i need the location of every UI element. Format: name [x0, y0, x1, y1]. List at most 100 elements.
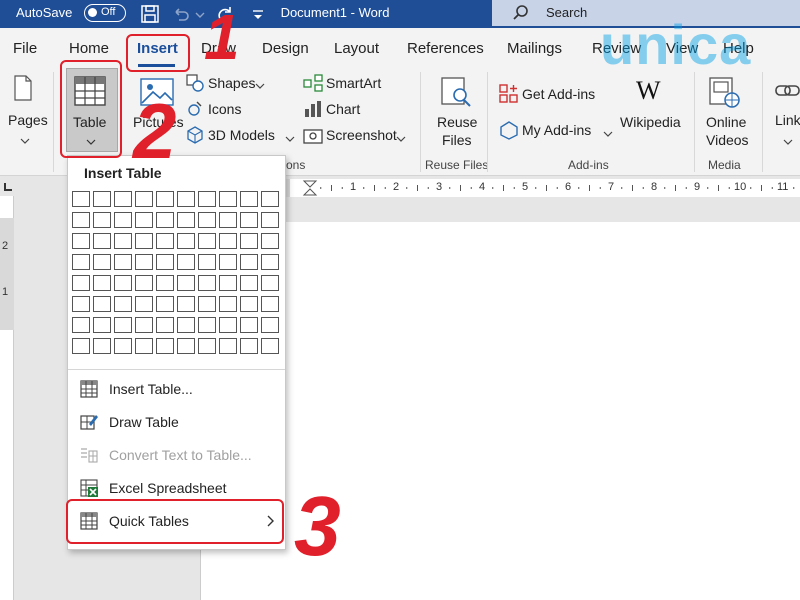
grid-cell[interactable] [219, 212, 237, 228]
chart-button[interactable]: Chart [326, 101, 360, 117]
grid-cell[interactable] [114, 212, 132, 228]
grid-cell[interactable] [261, 233, 279, 249]
tab-layout[interactable]: Layout [334, 40, 379, 57]
tab-home[interactable]: Home [69, 40, 109, 57]
grid-cell[interactable] [261, 275, 279, 291]
shapes-button[interactable]: Shapes [208, 75, 255, 91]
save-icon[interactable] [139, 3, 161, 25]
tab-stop-selector-icon[interactable] [2, 181, 14, 193]
grid-cell[interactable] [156, 338, 174, 354]
reuse-files-icon[interactable] [440, 76, 472, 111]
tab-mailings[interactable]: Mailings [507, 40, 562, 57]
grid-cell[interactable] [72, 233, 90, 249]
grid-cell[interactable] [177, 275, 195, 291]
wikipedia-button[interactable]: Wikipedia [620, 114, 681, 130]
grid-cell[interactable] [219, 191, 237, 207]
grid-cell[interactable] [261, 338, 279, 354]
grid-cell[interactable] [156, 212, 174, 228]
grid-cell[interactable] [135, 296, 153, 312]
grid-cell[interactable] [198, 275, 216, 291]
grid-cell[interactable] [135, 191, 153, 207]
grid-cell[interactable] [261, 191, 279, 207]
grid-cell[interactable] [156, 296, 174, 312]
grid-cell[interactable] [114, 275, 132, 291]
grid-cell[interactable] [135, 338, 153, 354]
grid-cell[interactable] [177, 212, 195, 228]
smartart-button[interactable]: SmartArt [326, 75, 381, 91]
grid-cell[interactable] [135, 275, 153, 291]
reuse-files-label-2[interactable]: Files [442, 132, 472, 148]
grid-cell[interactable] [114, 338, 132, 354]
grid-cell[interactable] [219, 317, 237, 333]
grid-cell[interactable] [240, 338, 258, 354]
grid-cell[interactable] [156, 317, 174, 333]
grid-cell[interactable] [177, 254, 195, 270]
grid-cell[interactable] [219, 233, 237, 249]
grid-cell[interactable] [198, 317, 216, 333]
grid-cell[interactable] [219, 275, 237, 291]
pages-button[interactable]: Pages [8, 112, 48, 128]
grid-cell[interactable] [114, 254, 132, 270]
grid-cell[interactable] [72, 254, 90, 270]
grid-cell[interactable] [93, 254, 111, 270]
icons-button[interactable]: Icons [208, 101, 241, 117]
grid-cell[interactable] [72, 317, 90, 333]
grid-cell[interactable] [261, 254, 279, 270]
grid-cell[interactable] [93, 296, 111, 312]
grid-cell[interactable] [135, 233, 153, 249]
grid-cell[interactable] [198, 212, 216, 228]
online-videos-icon[interactable] [708, 76, 742, 113]
grid-cell[interactable] [240, 233, 258, 249]
horizontal-ruler[interactable]: 1 2 3 4 5 6 7 8 9 10 11 [290, 179, 800, 197]
grid-cell[interactable] [93, 275, 111, 291]
pages-icon[interactable] [12, 74, 34, 105]
my-addins-button[interactable]: My Add-ins [522, 122, 591, 138]
grid-cell[interactable] [72, 296, 90, 312]
grid-cell[interactable] [198, 338, 216, 354]
online-videos-label-1[interactable]: Online [706, 114, 746, 130]
grid-cell[interactable] [156, 233, 174, 249]
grid-cell[interactable] [93, 338, 111, 354]
tab-references[interactable]: References [407, 40, 484, 57]
online-videos-label-2[interactable]: Videos [706, 132, 749, 148]
grid-cell[interactable] [219, 254, 237, 270]
grid-cell[interactable] [177, 233, 195, 249]
grid-cell[interactable] [240, 317, 258, 333]
grid-cell[interactable] [114, 296, 132, 312]
tab-file[interactable]: File [13, 40, 37, 57]
grid-cell[interactable] [93, 191, 111, 207]
grid-cell[interactable] [240, 212, 258, 228]
grid-cell[interactable] [135, 254, 153, 270]
grid-cell[interactable] [240, 254, 258, 270]
grid-cell[interactable] [261, 296, 279, 312]
grid-cell[interactable] [72, 191, 90, 207]
grid-cell[interactable] [93, 233, 111, 249]
get-addins-button[interactable]: Get Add-ins [522, 86, 595, 102]
screenshot-button[interactable]: Screenshot [326, 127, 397, 143]
links-icon[interactable] [775, 80, 800, 105]
grid-cell[interactable] [177, 191, 195, 207]
autosave-toggle[interactable]: Off [84, 4, 126, 22]
menu-item-draw-table[interactable]: Draw Table [68, 407, 285, 437]
menu-item-insert-table[interactable]: Insert Table... [68, 374, 285, 404]
grid-cell[interactable] [219, 338, 237, 354]
grid-cell[interactable] [198, 296, 216, 312]
reuse-files-label-1[interactable]: Reuse [437, 114, 477, 130]
grid-cell[interactable] [177, 317, 195, 333]
tab-design[interactable]: Design [262, 40, 309, 57]
grid-cell[interactable] [114, 317, 132, 333]
grid-cell[interactable] [156, 191, 174, 207]
grid-cell[interactable] [114, 233, 132, 249]
grid-cell[interactable] [177, 296, 195, 312]
grid-cell[interactable] [93, 317, 111, 333]
grid-cell[interactable] [240, 296, 258, 312]
grid-cell[interactable] [198, 191, 216, 207]
grid-cell[interactable] [72, 338, 90, 354]
grid-cell[interactable] [198, 233, 216, 249]
grid-cell[interactable] [156, 275, 174, 291]
grid-cell[interactable] [72, 275, 90, 291]
grid-cell[interactable] [177, 338, 195, 354]
grid-cell[interactable] [261, 317, 279, 333]
grid-cell[interactable] [135, 317, 153, 333]
grid-cell[interactable] [114, 191, 132, 207]
